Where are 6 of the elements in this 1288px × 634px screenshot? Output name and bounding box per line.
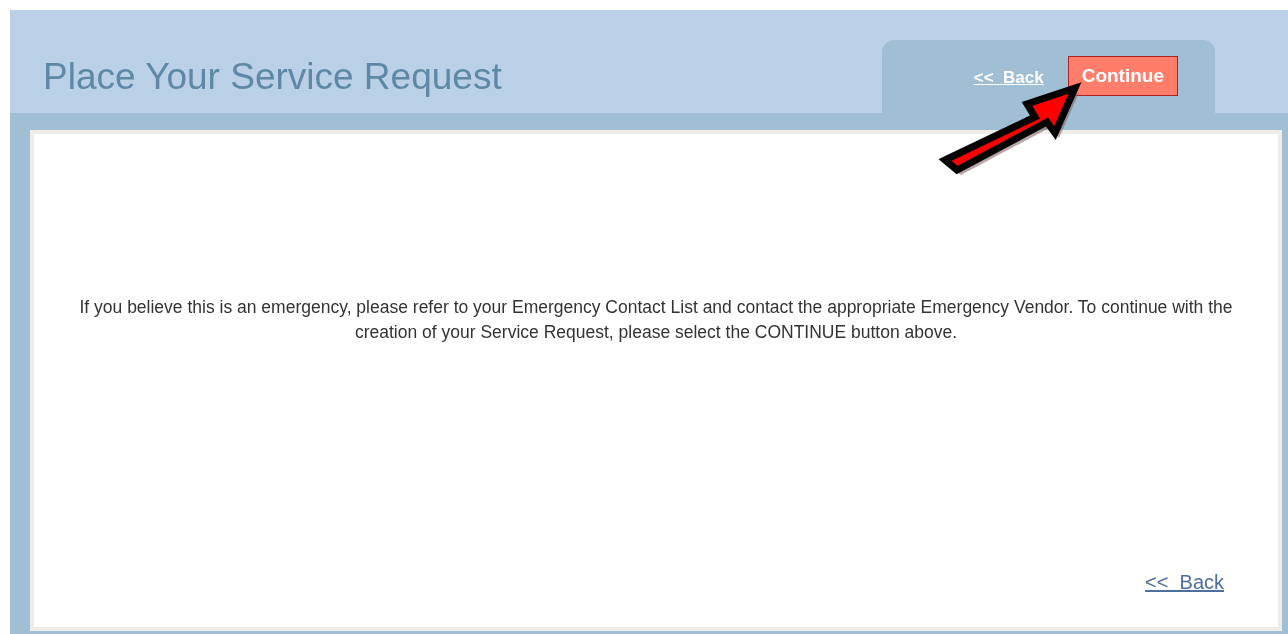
- continue-button[interactable]: Continue: [1067, 56, 1178, 96]
- arrow-icon: [938, 82, 1082, 175]
- page-title: Place Your Service Request: [43, 56, 502, 98]
- back-link[interactable]: << Back: [1145, 571, 1224, 594]
- emergency-message: If you believe this is an emergency, please refer to your Emergency Contact List and contact the appropriate Emergency Vendor. To continue with the creation of your Service Request, please select the CONTINUE button above.: [78, 296, 1234, 344]
- back-link[interactable]: << Back: [973, 68, 1044, 88]
